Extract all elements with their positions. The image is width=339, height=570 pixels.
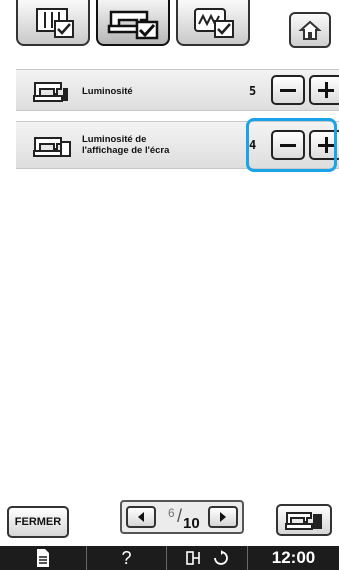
screen-brightness-label: Luminosité de l'affichage de l'écra xyxy=(82,134,170,156)
help-button[interactable]: ? xyxy=(87,546,166,570)
page-total: 10 xyxy=(183,515,200,532)
rotate-icon xyxy=(214,550,228,565)
status-icons xyxy=(167,546,247,570)
setting-row-brightness: Luminosité 5 xyxy=(16,69,339,111)
sewing-machine-light-icon xyxy=(32,77,72,110)
close-button[interactable]: FERMER xyxy=(7,506,69,538)
document-button[interactable] xyxy=(0,546,86,570)
brightness-minus-button[interactable] xyxy=(271,75,305,105)
clock: 12:00 xyxy=(271,548,316,567)
arrow-left-icon xyxy=(138,512,144,522)
page-current: 6 xyxy=(168,506,175,520)
arrow-right-icon xyxy=(220,512,226,522)
sewing-machine-settings-icon xyxy=(107,10,159,40)
embroidery-settings-icon xyxy=(194,8,234,38)
settings-list-icon xyxy=(36,8,74,38)
home-icon xyxy=(298,20,322,40)
document-icon xyxy=(37,549,49,567)
status-bar: ? 12:00 xyxy=(0,546,339,570)
sewing-machine-mode-icon xyxy=(285,512,322,530)
sewing-machine-screen-icon xyxy=(32,132,72,165)
page-separator: / xyxy=(177,506,183,526)
brightness-value: 5 xyxy=(249,84,257,98)
minus-icon xyxy=(280,89,296,92)
home-button[interactable] xyxy=(289,12,331,48)
brightness-plus-button[interactable] xyxy=(309,75,339,105)
next-page-button[interactable] xyxy=(208,506,238,528)
sewing-mode-button[interactable] xyxy=(276,504,332,536)
page-navigator: 6 / 10 xyxy=(120,500,244,534)
tab-machine-settings[interactable] xyxy=(96,0,170,46)
tab-embroidery-settings[interactable] xyxy=(176,0,250,46)
selection-highlight xyxy=(246,118,337,172)
prev-page-button[interactable] xyxy=(126,506,156,528)
tab-general-settings[interactable] xyxy=(16,0,90,46)
foot-pedal-icon xyxy=(186,551,200,565)
brightness-stepper xyxy=(271,75,339,105)
brightness-label: Luminosité xyxy=(82,86,133,97)
